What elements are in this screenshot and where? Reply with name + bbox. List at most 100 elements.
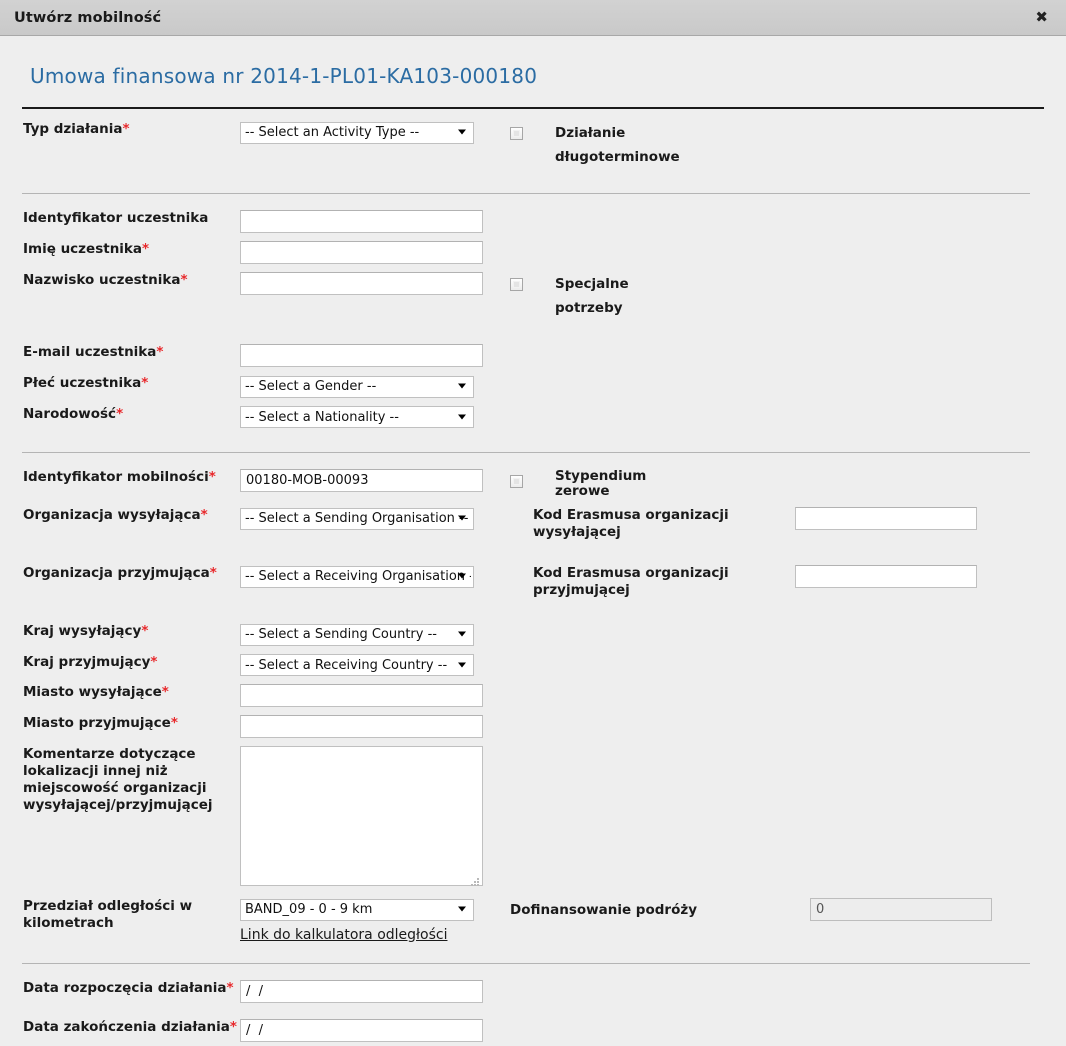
- label-distance-band: Przedział odległości w kilometrach: [23, 898, 193, 931]
- gender-select-wrap: -- Select a Gender --: [240, 375, 474, 398]
- row-last-name: Nazwisko uczestnika* Specjalne potrzeby: [0, 272, 1066, 320]
- nationality-select[interactable]: -- Select a Nationality --: [240, 406, 474, 428]
- field-end-date: [240, 1018, 510, 1042]
- activity-type-select[interactable]: -- Select an Activity Type --: [240, 121, 474, 144]
- label-first-name-text: Imię uczestnika: [23, 241, 143, 257]
- label-sending-org-text: Organizacja wysyłająca: [23, 507, 201, 523]
- field-participant-id: [240, 210, 510, 233]
- section-participant: Identyfikator uczestnika Imię uczestnika…: [0, 194, 1066, 452]
- label-last-name: Nazwisko uczestnika*: [0, 272, 240, 289]
- required-marker: *: [141, 375, 149, 391]
- label-start-date-text: Data rozpoczęcia działania: [23, 979, 227, 996]
- label-receiving-erasmus-code: Kod Erasmusa organizacji przyjmującej: [533, 565, 729, 598]
- gender-select[interactable]: -- Select a Gender --: [240, 375, 474, 398]
- email-input[interactable]: [240, 344, 483, 367]
- label-first-name: Imię uczestnika*: [0, 241, 240, 258]
- receiving-erasmus-code-area: Kod Erasmusa organizacji przyjmującej: [510, 565, 1066, 599]
- label-mobility-id: Identyfikator mobilności*: [0, 469, 240, 486]
- label-sending-org: Organizacja wysyłająca*: [0, 507, 240, 524]
- long-term-checkbox[interactable]: [510, 127, 523, 140]
- row-activity-type: Typ działania* -- Select an Activity Typ…: [0, 121, 1066, 169]
- label-mobility-id-text: Identyfikator mobilności: [23, 469, 209, 485]
- form-content: Umowa finansowa nr 2014-1-PL01-KA103-000…: [0, 36, 1066, 1045]
- label-sending-country-text: Kraj wysyłający: [23, 623, 142, 639]
- start-date-input[interactable]: [240, 979, 483, 1003]
- sending-country-select[interactable]: -- Select a Sending Country --: [240, 623, 474, 646]
- label-travel-grant: Dofinansowanie podróży: [510, 902, 697, 918]
- field-sending-country: -- Select a Sending Country --: [240, 623, 510, 646]
- comments-textarea[interactable]: [240, 746, 483, 886]
- sending-erasmus-code-input[interactable]: [795, 507, 977, 530]
- required-marker: *: [116, 405, 124, 422]
- long-term-checkbox-cell: [510, 121, 555, 142]
- row-start-date: Data rozpoczęcia działania*: [0, 979, 1066, 1003]
- receiving-organisation-select[interactable]: -- Select a Receiving Organisation --: [240, 565, 474, 588]
- first-name-input[interactable]: [240, 241, 483, 264]
- sending-org-select-wrap: -- Select a Sending Organisation --: [240, 507, 474, 530]
- participant-id-input[interactable]: [240, 210, 483, 233]
- label-activity-type-text: Typ działania: [23, 121, 123, 137]
- field-email: [240, 344, 510, 367]
- field-nationality: -- Select a Nationality --: [240, 406, 510, 428]
- zero-grant-checkbox-cell: [510, 469, 555, 490]
- row-sending-erasmus-code: Kod Erasmusa organizacji wysyłającej: [510, 507, 1066, 541]
- required-marker: *: [142, 241, 150, 257]
- field-gender: -- Select a Gender --: [240, 375, 510, 398]
- close-icon[interactable]: ✖: [1031, 8, 1052, 27]
- row-end-date: Data zakończenia działania*: [0, 1018, 1066, 1042]
- receiving-country-select[interactable]: -- Select a Receiving Country --: [240, 654, 474, 676]
- label-gender: Płeć uczestnika*: [0, 375, 240, 392]
- row-travel-grant: Dofinansowanie podróży: [510, 898, 1066, 922]
- sending-organisation-select[interactable]: -- Select a Sending Organisation --: [240, 507, 474, 530]
- row-receiving-erasmus-code: Kod Erasmusa organizacji przyjmującej: [510, 565, 1066, 599]
- distance-band-select[interactable]: BAND_09 - 0 - 9 km: [240, 898, 474, 921]
- label-email: E-mail uczestnika*: [0, 344, 240, 361]
- travel-grant-input[interactable]: [810, 898, 992, 921]
- label-receiving-country-text: Kraj przyjmujący: [23, 653, 151, 670]
- field-start-date: [240, 979, 510, 1003]
- required-marker: *: [141, 623, 149, 639]
- label-end-date: Data zakończenia działania*: [0, 1019, 240, 1036]
- row-long-term: Działanie długoterminowe: [510, 121, 1066, 169]
- field-sending-city: [240, 684, 510, 707]
- required-marker: *: [180, 272, 188, 288]
- required-marker: *: [170, 715, 178, 731]
- row-first-name: Imię uczestnika*: [0, 241, 1066, 264]
- travel-grant-area: Dofinansowanie podróży: [510, 898, 1066, 922]
- label-comments: Komentarze dotyczące lokalizacji innej n…: [23, 746, 213, 813]
- nationality-select-wrap: -- Select a Nationality --: [240, 406, 474, 428]
- label-sending-city-text: Miasto wysyłające: [23, 684, 162, 700]
- required-marker: *: [226, 979, 234, 996]
- label-receiving-org: Organizacja przyjmująca*: [0, 565, 240, 582]
- required-marker: *: [122, 121, 130, 137]
- long-term-label: Działanie długoterminowe: [555, 125, 680, 165]
- row-nationality: Narodowość* -- Select a Nationality --: [0, 405, 1066, 428]
- end-date-input[interactable]: [240, 1018, 483, 1042]
- label-email-text: E-mail uczestnika: [23, 344, 157, 360]
- field-receiving-city: [240, 715, 510, 738]
- special-needs-checkbox[interactable]: [510, 278, 523, 291]
- receiving-erasmus-code-input[interactable]: [795, 565, 977, 588]
- receiving-org-select-wrap: -- Select a Receiving Organisation --: [240, 565, 474, 588]
- label-sending-country: Kraj wysyłający*: [0, 623, 240, 640]
- field-travel-grant: [810, 898, 992, 921]
- row-participant-id: Identyfikator uczestnika: [0, 210, 1066, 233]
- row-sending-city: Miasto wysyłające*: [0, 684, 1066, 707]
- section-mobility: Identyfikator mobilności* Stypendium zer…: [0, 453, 1066, 963]
- field-first-name: [240, 241, 510, 264]
- last-name-input[interactable]: [240, 272, 483, 295]
- field-distance-band: BAND_09 - 0 - 9 km Link do kalkulatora o…: [240, 898, 510, 943]
- zero-grant-checkbox[interactable]: [510, 475, 523, 488]
- required-marker: *: [209, 565, 217, 581]
- row-receiving-city: Miasto przyjmujące*: [0, 715, 1066, 738]
- distance-calculator-link[interactable]: Link do kalkulatora odległości: [240, 927, 447, 943]
- required-marker: *: [200, 507, 208, 523]
- special-needs-checkbox-cell: [510, 272, 555, 293]
- label-receiving-country: Kraj przyjmujący*: [0, 654, 240, 671]
- sending-city-input[interactable]: [240, 684, 483, 707]
- label-activity-type: Typ działania*: [0, 121, 240, 138]
- section-activity: Typ działania* -- Select an Activity Typ…: [0, 109, 1066, 193]
- receiving-city-input[interactable]: [240, 715, 483, 738]
- label-gender-text: Płeć uczestnika: [23, 375, 142, 391]
- mobility-id-input[interactable]: [240, 469, 483, 492]
